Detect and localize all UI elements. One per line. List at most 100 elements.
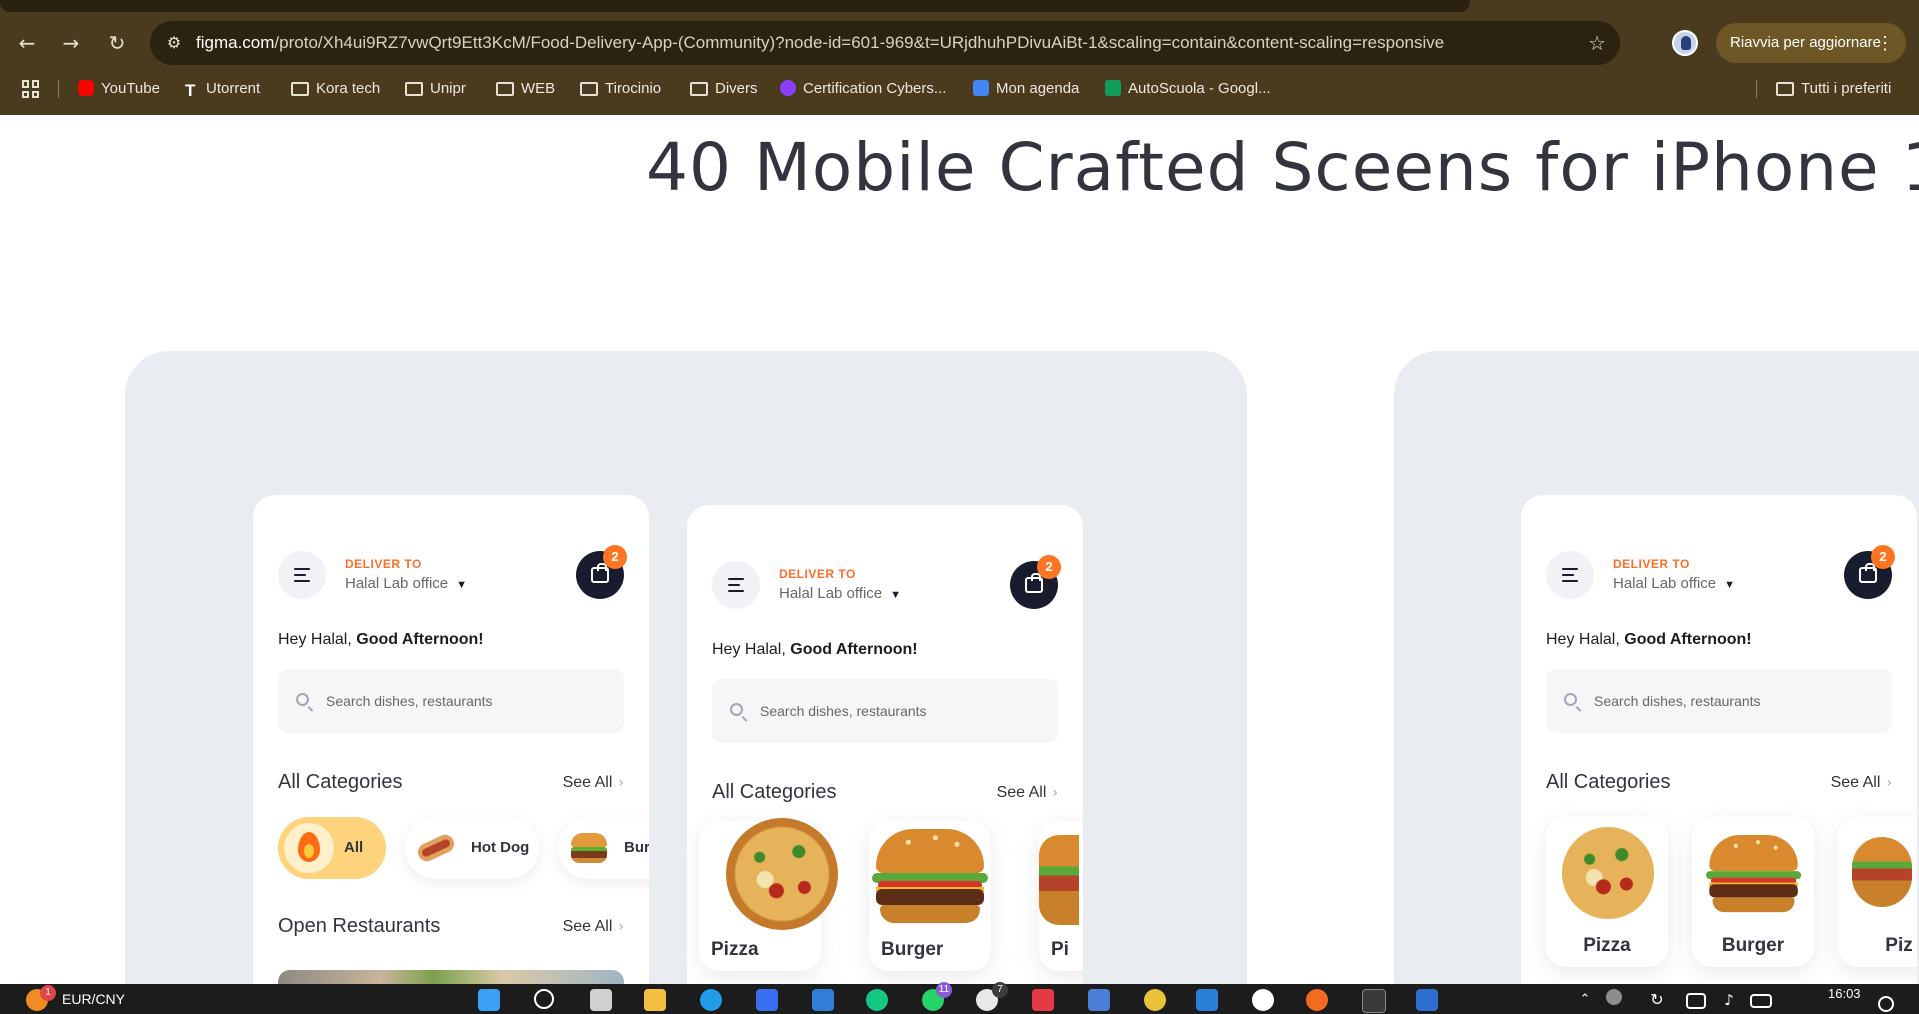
display-icon[interactable] bbox=[1686, 993, 1706, 1009]
battery-icon[interactable] bbox=[1750, 994, 1772, 1008]
location-selector[interactable]: Halal Lab office ▼ bbox=[1613, 575, 1735, 592]
forward-icon[interactable]: → bbox=[56, 28, 86, 58]
notification-icon[interactable] bbox=[1878, 996, 1894, 1012]
chrome-icon[interactable] bbox=[1144, 989, 1166, 1011]
category-chip-burger[interactable]: Burg bbox=[558, 817, 649, 879]
bookmark-kora-tech[interactable]: Kora tech bbox=[291, 76, 380, 102]
task-view-icon[interactable] bbox=[590, 989, 612, 1011]
bookmark-autoscuola[interactable]: AutoScuola - Googl... bbox=[1105, 76, 1271, 102]
chip-label: All bbox=[344, 839, 364, 856]
bookmark-star-icon[interactable]: ☆ bbox=[1588, 31, 1606, 55]
category-card-pizza-2[interactable]: Pi bbox=[1039, 821, 1083, 971]
edge-icon[interactable] bbox=[700, 989, 722, 1011]
cart-badge: 2 bbox=[603, 545, 627, 569]
bookmark-divers[interactable]: Divers bbox=[690, 76, 758, 102]
category-card-pizza[interactable]: Pizza bbox=[1546, 817, 1668, 967]
taskbar: 1 EUR/CNY 11 7 ⌃ ↻ ♪ 16:03 bbox=[0, 982, 1919, 1014]
card-label: Pi bbox=[1051, 939, 1069, 960]
caret-down-icon: ▼ bbox=[890, 589, 902, 601]
restaurant-image[interactable] bbox=[278, 970, 624, 984]
see-all-categories[interactable]: See All › bbox=[1831, 774, 1892, 792]
search-icon bbox=[296, 693, 309, 706]
more-menu-icon[interactable]: ⋮ bbox=[1876, 23, 1894, 63]
category-card-pizza-2[interactable]: Piz bbox=[1838, 817, 1917, 967]
bookmark-certification[interactable]: Certification Cybers... bbox=[780, 76, 946, 102]
vscode-icon[interactable] bbox=[1196, 989, 1218, 1011]
chatgpt-icon[interactable] bbox=[866, 989, 888, 1011]
cart-button[interactable]: 2 bbox=[576, 545, 627, 599]
category-chip-all[interactable]: All bbox=[278, 817, 386, 879]
bookmark-label: WEB bbox=[521, 80, 556, 97]
tray-app-icon[interactable] bbox=[1606, 989, 1622, 1005]
media-app-icon[interactable] bbox=[1032, 989, 1054, 1011]
location-text: Halal Lab office bbox=[779, 585, 883, 602]
caret-down-icon: ▼ bbox=[1724, 579, 1736, 591]
outlook-icon[interactable] bbox=[812, 989, 834, 1011]
folder-icon bbox=[405, 82, 423, 96]
widgets-badge: 1 bbox=[40, 985, 56, 1001]
terminal-icon[interactable] bbox=[1362, 989, 1386, 1013]
calendar-icon bbox=[973, 80, 989, 96]
search-input[interactable]: Search dishes, restaurants bbox=[712, 679, 1058, 743]
back-icon[interactable]: ← bbox=[12, 28, 42, 58]
shopping-bag-icon bbox=[1859, 563, 1877, 583]
volume-icon[interactable]: ♪ bbox=[1718, 989, 1740, 1011]
tray-chevron-icon[interactable]: ⌃ bbox=[1574, 989, 1596, 1011]
bookmark-web[interactable]: WEB bbox=[496, 76, 555, 102]
cart-button[interactable]: 2 bbox=[1010, 555, 1061, 609]
category-chip-hot-dog[interactable]: Hot Dog bbox=[405, 817, 539, 879]
file-explorer-icon[interactable] bbox=[644, 989, 666, 1011]
card-label: Pizza bbox=[1583, 935, 1631, 956]
deliver-to-label: DELIVER TO bbox=[1613, 557, 1690, 571]
location-selector[interactable]: Halal Lab office ▼ bbox=[779, 585, 901, 602]
reload-icon[interactable]: ↻ bbox=[102, 28, 132, 58]
search-input[interactable]: Search dishes, restaurants bbox=[278, 669, 624, 733]
menu-icon[interactable] bbox=[278, 551, 326, 599]
menu-icon[interactable] bbox=[712, 561, 760, 609]
bookmark-label: Kora tech bbox=[316, 80, 381, 97]
search-input[interactable]: Search dishes, restaurants bbox=[1546, 669, 1892, 733]
search-icon[interactable] bbox=[534, 989, 554, 1009]
folder-icon bbox=[690, 82, 708, 96]
chip-label: Hot Dog bbox=[471, 839, 530, 856]
address-bar[interactable]: ⚙ figma.com/proto/Xh4ui9RZ7vwQrt9Ett3KcM… bbox=[150, 21, 1620, 65]
menu-icon[interactable] bbox=[1546, 551, 1594, 599]
bookmark-all-favorites[interactable]: Tutti i preferiti bbox=[1776, 76, 1891, 102]
location-text: Halal Lab office bbox=[1613, 575, 1717, 592]
categories-title: All Categories bbox=[712, 781, 837, 803]
category-card-burger[interactable]: Burger bbox=[869, 821, 991, 971]
currency-ticker[interactable]: EUR/CNY bbox=[62, 984, 125, 1014]
url-text[interactable]: figma.com/proto/Xh4ui9RZ7vwQrt9Ett3KcM/F… bbox=[196, 21, 1444, 65]
see-all-categories[interactable]: See All › bbox=[563, 774, 624, 792]
bookmark-label: Tutti i preferiti bbox=[1801, 80, 1892, 97]
notepad-icon[interactable] bbox=[1088, 989, 1110, 1011]
cart-button[interactable]: 2 bbox=[1844, 545, 1895, 599]
profile-avatar[interactable] bbox=[1672, 30, 1698, 56]
bookmark-mon-agenda[interactable]: Mon agenda bbox=[973, 76, 1079, 102]
see-all-restaurants[interactable]: See All › bbox=[563, 918, 624, 936]
folder-icon bbox=[580, 82, 598, 96]
cart-badge: 2 bbox=[1871, 545, 1895, 569]
see-all-categories[interactable]: See All › bbox=[997, 784, 1058, 802]
clock[interactable]: 16:03 bbox=[1828, 979, 1861, 1009]
sync-icon[interactable]: ↻ bbox=[1646, 989, 1668, 1011]
category-card-pizza[interactable]: Pizza bbox=[699, 818, 838, 971]
bookmarks-bar: YouTube T Utorrent Kora tech Unipr WEB Ti… bbox=[0, 76, 1919, 102]
phone-screen-3: DELIVER TO Halal Lab office ▼ 2 Hey Halal… bbox=[1521, 495, 1917, 984]
bookmark-unipr[interactable]: Unipr bbox=[405, 76, 466, 102]
location-selector[interactable]: Halal Lab office ▼ bbox=[345, 575, 467, 592]
category-image bbox=[411, 823, 461, 873]
bookmark-tirocinio[interactable]: Tirocinio bbox=[580, 76, 661, 102]
update-button[interactable]: Riavvia per aggiornare ⋮ bbox=[1716, 23, 1906, 63]
browser-toolbar: ← → ↻ ⚙ figma.com/proto/Xh4ui9RZ7vwQrt9E… bbox=[0, 0, 1919, 115]
bookmark-utorrent[interactable]: T Utorrent bbox=[185, 76, 260, 102]
firefox-icon[interactable] bbox=[1306, 989, 1328, 1011]
category-card-burger[interactable]: Burger bbox=[1692, 817, 1814, 967]
site-settings-icon[interactable]: ⚙ bbox=[163, 32, 185, 54]
bookmark-youtube[interactable]: YouTube bbox=[78, 76, 160, 102]
calculator-icon[interactable] bbox=[1416, 989, 1438, 1011]
store-icon[interactable] bbox=[756, 989, 778, 1011]
tab-strip bbox=[0, 0, 1470, 12]
start-icon[interactable] bbox=[478, 989, 500, 1011]
github-icon[interactable] bbox=[1252, 989, 1274, 1011]
